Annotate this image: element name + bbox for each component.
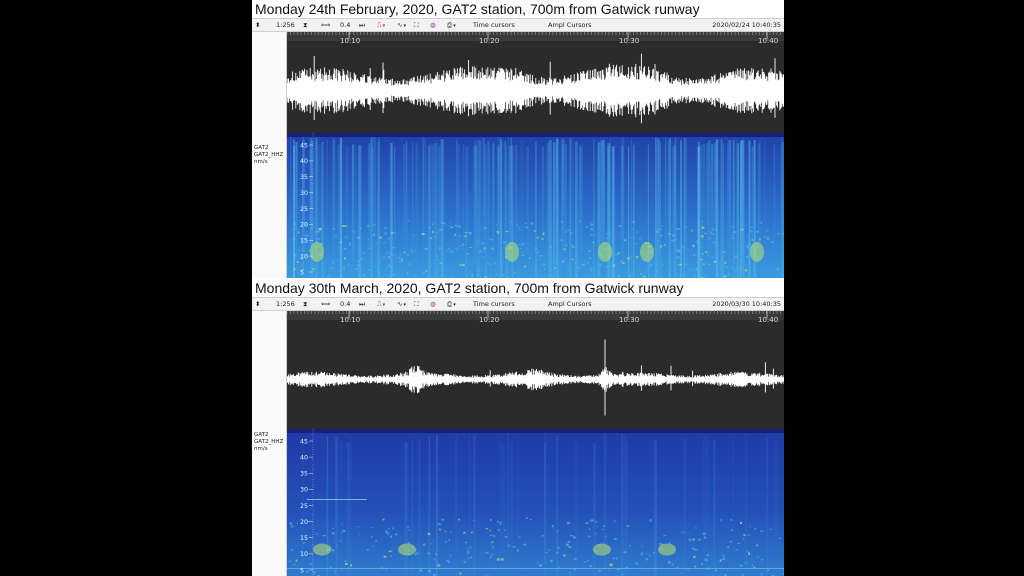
time-tick-label: 10:30 [619,316,639,324]
timestamp: 2020/02/24 10:40:35 [712,21,781,29]
expand-icon[interactable]: ⛶ [414,298,419,310]
freq-tick-label: 15 [300,535,308,542]
channel-label[interactable]: GAT2 GAT2_HHZ nm/s [254,145,283,166]
time-tick-label: 10:30 [619,37,639,45]
freq-tick-label: 45 [300,142,308,149]
unit-label: nm/s [254,159,268,165]
freq-tick-label: 35 [300,174,308,181]
freq-tick-label: 35 [300,471,308,478]
time-tick-label: 10:20 [479,37,499,45]
waveform-plot: 10:10 10:20 10:30 10:40 [287,311,784,416]
up-down-arrows-icon[interactable]: ⬍ [255,298,260,310]
channel-sidebar: GAT2 GAT2_HHZ nm/s [252,32,287,278]
freq-tick-label: 30 [300,190,308,197]
timestamp: 2020/03/30 10:40:35 [712,300,781,308]
panel-title: Monday 30th March, 2020, GAT2 station, 7… [255,280,684,296]
unit-label: nm/s [254,446,268,452]
waveform-trace[interactable]: 10:10 10:20 10:30 10:40 [287,32,784,133]
time-cursors-button[interactable]: Time cursors [473,19,515,31]
spectrogram[interactable]: 45 40 35 30 25 20 15 10 5 [287,429,784,576]
gain-value[interactable]: 0.4 [340,19,350,31]
up-down-arrows-icon[interactable]: ⬍ [255,19,260,31]
component-name: GAT2_HHZ [254,439,284,445]
channel-sidebar: GAT2 GAT2_HHZ nm/s [252,311,287,576]
hourglass-icon[interactable]: ⧗ [303,19,308,31]
toolbar: ⬍ 1:256 ⧗ ⟺ 0.4 ⏭ ⎍ ∿ ⛶ ◍ ⎙ Time cursors… [252,18,784,32]
hourglass-icon[interactable]: ⧗ [303,298,308,310]
filter-pulse-icon[interactable]: ⎍ [377,298,385,310]
freq-tick-label: 5 [300,269,304,276]
ampl-cursors-button[interactable]: Ampl Cursors [548,298,592,310]
printer-icon[interactable]: ⎙ [447,19,456,31]
wave-icon[interactable]: ∿ [397,19,406,31]
expand-icon[interactable]: ⛶ [414,19,419,31]
scale-value[interactable]: 1:256 [276,298,295,310]
time-cursors-button[interactable]: Time cursors [473,298,515,310]
freq-tick-label: 40 [300,454,308,461]
panel-march: Monday 30th March, 2020, GAT2 station, 7… [252,279,784,576]
time-tick-label: 10:20 [479,316,499,324]
time-tick-label: 10:40 [758,316,778,324]
waveform-plot: 10:10 10:20 10:30 10:40 [287,32,784,124]
horizontal-arrows-icon[interactable]: ⟺ [321,19,330,31]
seismic-figure: Monday 24th February, 2020, GAT2 station… [252,0,784,576]
toolbar: ⬍ 1:256 ⧗ ⟺ 0.4 ⏭ ⎍ ∿ ⛶ ◍ ⎙ Time cursors… [252,297,784,311]
spectrogram[interactable]: 45 40 35 30 25 20 15 10 5 [287,133,784,278]
freq-tick-label: 30 [300,487,308,494]
station-name: GAT2 [254,145,269,151]
panel-title: Monday 24th February, 2020, GAT2 station… [255,1,700,17]
panel-february: Monday 24th February, 2020, GAT2 station… [252,0,784,278]
channel-label[interactable]: GAT2 GAT2_HHZ nm/s [254,432,283,453]
freq-tick-label: 25 [300,503,308,510]
skip-arrows-icon[interactable]: ⏭ [359,298,365,310]
freq-tick-label: 10 [300,551,308,558]
time-tick-label: 10:10 [340,316,360,324]
freq-tick-label: 25 [300,206,308,213]
printer-icon[interactable]: ⎙ [447,298,456,310]
scale-value[interactable]: 1:256 [276,19,295,31]
component-name: GAT2_HHZ [254,152,284,158]
station-name: GAT2 [254,432,269,438]
freq-tick-label: 20 [300,519,308,526]
horizontal-arrows-icon[interactable]: ⟺ [321,298,330,310]
filter-pulse-icon[interactable]: ⎍ [377,19,385,31]
waveform-trace[interactable]: 10:10 10:20 10:30 10:40 [287,311,784,429]
skip-arrows-icon[interactable]: ⏭ [359,19,365,31]
time-tick-label: 10:40 [758,37,778,45]
freq-tick-label: 10 [300,253,308,260]
freq-tick-label: 45 [300,438,308,445]
ampl-cursors-button[interactable]: Ampl Cursors [548,19,592,31]
freq-tick-label: 5 [300,567,304,574]
spectrogram-plot: 45 40 35 30 25 20 15 10 5 [287,133,784,278]
color-wheel-icon[interactable]: ◍ [430,19,436,31]
time-tick-label: 10:10 [340,37,360,45]
freq-tick-label: 40 [300,158,308,165]
wave-icon[interactable]: ∿ [397,298,406,310]
freq-tick-label: 15 [300,238,308,245]
gain-value[interactable]: 0.4 [340,298,350,310]
spectrogram-plot: 45 40 35 30 25 20 15 10 5 [287,429,784,576]
color-wheel-icon[interactable]: ◍ [430,298,436,310]
freq-tick-label: 20 [300,222,308,229]
